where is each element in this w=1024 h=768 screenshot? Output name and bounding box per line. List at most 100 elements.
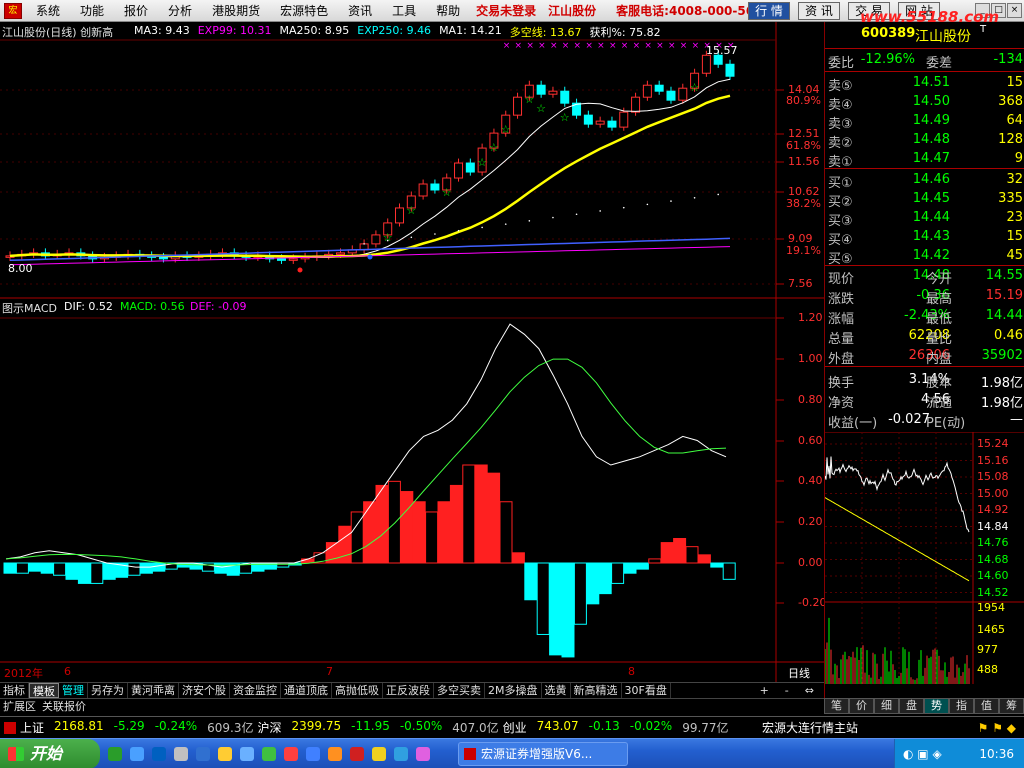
side-tab-0[interactable]: 笔	[824, 698, 849, 714]
tab-ctrl-0[interactable]: +	[756, 683, 773, 698]
buy-volume: 32	[1006, 172, 1023, 187]
menu-item-3[interactable]: 分析	[168, 2, 192, 19]
buy-row[interactable]: 买③ 14.44 23	[825, 210, 1024, 229]
taskbar-app-button[interactable]: 宏源证券增强版V6...	[458, 742, 628, 766]
quicklaunch-icon-10[interactable]	[306, 747, 320, 761]
side-tab-6[interactable]: 值	[974, 698, 999, 714]
candle-body	[642, 84, 652, 98]
candle-body	[536, 84, 546, 95]
quicklaunch-icon-7[interactable]	[240, 747, 254, 761]
indicator-tab-14[interactable]: 30F看盘	[622, 683, 671, 698]
maximize-icon[interactable]: □	[991, 3, 1006, 18]
side-tab-5[interactable]: 指	[949, 698, 974, 714]
side-tab-2[interactable]: 细	[874, 698, 899, 714]
tab-ctrl-1[interactable]: -	[781, 683, 793, 698]
stat-value2: 1.98亿	[981, 396, 1023, 411]
tab-ctrl-2[interactable]: ⇔	[801, 683, 818, 698]
candle-body	[560, 90, 570, 104]
sell-row[interactable]: 卖③ 14.49 64	[825, 113, 1024, 132]
macd-y-tick-4: 0.40	[798, 474, 823, 487]
tab-trade[interactable]: 交 易	[848, 2, 890, 20]
side-tab-1[interactable]: 价	[849, 698, 874, 714]
indicator-tab-13[interactable]: 新高精选	[571, 683, 622, 698]
quicklaunch-icon-15[interactable]	[416, 747, 430, 761]
quicklaunch-icon-8[interactable]	[262, 747, 276, 761]
quicklaunch-icon-14[interactable]	[394, 747, 408, 761]
sell-row[interactable]: 卖① 14.47 9	[825, 151, 1024, 170]
menu-item-5[interactable]: 宏源特色	[280, 2, 328, 19]
ticker-item: -0.24%	[154, 719, 198, 733]
stat-key2: 内盘	[926, 352, 953, 367]
quicklaunch-icon-11[interactable]	[328, 747, 342, 761]
indicator-tab-0[interactable]: 指标	[0, 683, 29, 698]
macd-y-tick-0: 1.20	[798, 311, 823, 324]
indicator-tab-2[interactable]: 管理	[59, 683, 88, 698]
indicator-6: 获利%: 75.82	[589, 26, 661, 39]
indicator-tab-10[interactable]: 多空买卖	[434, 683, 485, 698]
extension-tab-1[interactable]: 关联报价	[39, 699, 89, 714]
macd-bar	[77, 562, 91, 584]
start-button[interactable]: 开始	[0, 739, 100, 768]
quicklaunch-icon-2[interactable]	[130, 747, 144, 761]
quicklaunch-icon-6[interactable]	[218, 747, 232, 761]
sell-volume: 9	[1014, 151, 1023, 166]
indicator-tab-6[interactable]: 资金监控	[230, 683, 281, 698]
ticker-item: -0.13	[588, 719, 620, 733]
svg-text:☆: ☆	[406, 204, 416, 217]
ticker-icon	[4, 721, 16, 734]
indicator-tab-7[interactable]: 通道顶底	[281, 683, 332, 698]
stat-value: -0.027	[888, 412, 930, 427]
quicklaunch-icon-12[interactable]	[350, 747, 364, 761]
extension-tab-0[interactable]: 扩展区	[0, 699, 39, 714]
stat-row: 收益(一) -0.027 PE(动) —	[825, 412, 1024, 431]
quote-panel: 600389 江山股份 T 委比 -12.96% 委差 -134 卖⑤ 14.51…	[824, 22, 1024, 702]
period-label[interactable]: 日线	[788, 665, 810, 681]
quicklaunch-icon-13[interactable]	[372, 747, 386, 761]
taskbar: 开始 宏源证券增强版V6... ◐ ▣ ◈ 10:36	[0, 738, 1024, 768]
stat-key2: PE(动)	[926, 416, 966, 431]
menu-item-1[interactable]: 功能	[80, 2, 104, 19]
menu-item-8[interactable]: 帮助	[436, 2, 460, 19]
indicator-tab-8[interactable]: 高抛低吸	[332, 683, 383, 698]
indicator-tab-11[interactable]: 2M多操盘	[485, 683, 542, 698]
indicator-tab-9[interactable]: 正反波段	[383, 683, 434, 698]
menu-item-0[interactable]: 系统	[36, 2, 60, 19]
buy-row[interactable]: 买④ 14.43 15	[825, 229, 1024, 248]
indicator-tab-1[interactable]: 模板	[29, 683, 59, 698]
indicator-tab-3[interactable]: 另存为	[88, 683, 128, 698]
menu-item-6[interactable]: 资讯	[348, 2, 372, 19]
indicator-tab-12[interactable]: 选黄	[542, 683, 571, 698]
stat-row: 净资 4.56 流通 1.98亿	[825, 392, 1024, 411]
close-icon[interactable]: ×	[1007, 3, 1022, 18]
menu-item-2[interactable]: 报价	[124, 2, 148, 19]
indicator-tab-4[interactable]: 黄河乖离	[128, 683, 179, 698]
quicklaunch-icon-9[interactable]	[284, 747, 298, 761]
buy-row[interactable]: 买① 14.46 32	[825, 172, 1024, 191]
sell-row[interactable]: 卖⑤ 14.51 15	[825, 75, 1024, 94]
candle-body	[513, 96, 523, 116]
side-tab-4[interactable]: 势	[924, 698, 949, 714]
indicator-tab-5[interactable]: 济安个股	[179, 683, 230, 698]
tab-quotes[interactable]: 行 情	[748, 2, 790, 20]
buy-row[interactable]: 买② 14.45 335	[825, 191, 1024, 210]
window-controls: _ □ ×	[974, 3, 1022, 18]
minimize-icon[interactable]: _	[975, 3, 990, 18]
svg-text:×: ×	[562, 41, 570, 51]
side-tab-3[interactable]: 盘	[899, 698, 924, 714]
buy-row[interactable]: 买⑤ 14.42 45	[825, 248, 1024, 267]
candle-body	[619, 111, 629, 128]
sell-row[interactable]: 卖② 14.48 128	[825, 132, 1024, 151]
tab-news[interactable]: 资 讯	[798, 2, 840, 20]
tab-website[interactable]: 网 站	[898, 2, 940, 20]
chart-area[interactable]: × × × × × × × × × × × × × × × × × × × × ☆ ☆ ☆ ☆ ☆ ☆ ☆ ☆ ☆ ☆ 江山股份(日线) …	[0, 22, 826, 682]
menu-item-7[interactable]: 工具	[392, 2, 416, 19]
quicklaunch-icon-4[interactable]	[174, 747, 188, 761]
sell-row[interactable]: 卖④ 14.50 368	[825, 94, 1024, 113]
stock-link[interactable]: 江山股份	[548, 2, 596, 19]
menu-item-4[interactable]: 港股期货	[212, 2, 260, 19]
quicklaunch-icon-5[interactable]	[196, 747, 210, 761]
quicklaunch-icon-1[interactable]	[108, 747, 122, 761]
side-tab-7[interactable]: 筹	[999, 698, 1024, 714]
chart-canvas[interactable]: × × × × × × × × × × × × × × × × × × × ×☆☆☆☆☆☆☆☆☆☆	[0, 22, 824, 682]
quicklaunch-icon-3[interactable]	[152, 747, 166, 761]
